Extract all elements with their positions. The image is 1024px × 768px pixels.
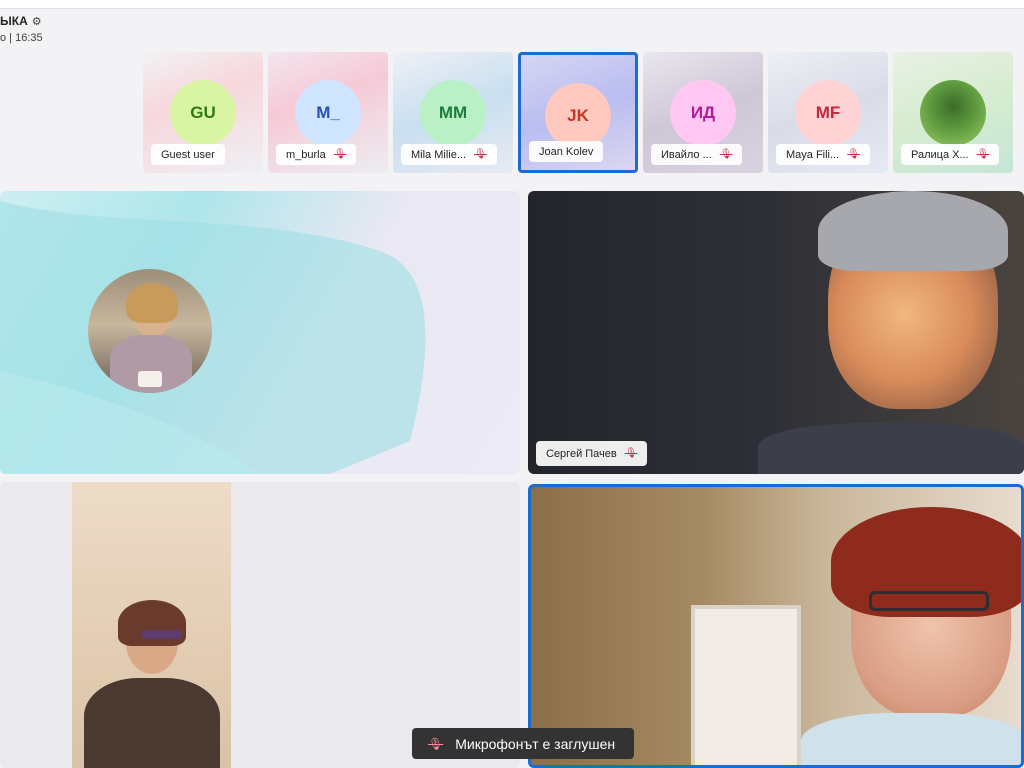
participant-avatar: ИД xyxy=(670,80,736,146)
participant-name: Maya Fili... xyxy=(786,148,840,161)
video-frame-shirt xyxy=(801,713,1021,765)
participant-tile[interactable]: GU Guest user xyxy=(143,52,263,173)
participant-tile[interactable]: M_ m_burla 🎙 xyxy=(268,52,388,173)
background-wave xyxy=(0,201,426,474)
settings-icon[interactable]: ⚙ xyxy=(32,16,42,28)
participant-name: Сергей Пачев xyxy=(546,447,617,460)
video-tile-sergey[interactable]: Сергей Пачев 🎙 xyxy=(528,191,1024,474)
participant-avatar xyxy=(920,80,986,146)
participant-avatar: GU xyxy=(170,80,236,146)
toast-text: Микрофонът е заглушен xyxy=(455,735,616,752)
participant-name: Ралица Х... xyxy=(911,148,969,161)
video-frame-portrait xyxy=(72,482,231,768)
participant-avatar: JK xyxy=(545,83,611,149)
meeting-title-text: ЫКА xyxy=(0,14,28,28)
video-frame-door xyxy=(691,605,801,765)
video-tile-bottom-right[interactable] xyxy=(528,484,1024,768)
meeting-title: ЫКА ⚙ xyxy=(0,14,42,28)
participant-avatar-photo xyxy=(88,269,212,393)
participant-name: Guest user xyxy=(161,148,215,161)
mic-off-icon: 🎙 xyxy=(847,149,860,160)
participant-name-pill: Mila Milie... 🎙 xyxy=(401,144,497,165)
participant-tile[interactable]: MF Maya Fili... 🎙 xyxy=(768,52,888,173)
participant-name: m_burla xyxy=(286,148,326,161)
mic-off-icon: 🎙 xyxy=(474,149,487,160)
participant-name: Joan Kolev xyxy=(539,145,594,158)
participant-name: Ивайло ... xyxy=(661,148,712,161)
mic-off-icon: 🎙 xyxy=(719,149,733,160)
video-frame-shirt xyxy=(758,423,1024,474)
participant-name: Mila Milie... xyxy=(411,148,467,161)
participant-name-pill: Guest user xyxy=(151,144,225,165)
top-strip xyxy=(0,0,1024,9)
mic-muted-toast: 🎙 Микрофонът е заглушен xyxy=(412,728,634,759)
video-frame-glasses xyxy=(869,591,989,611)
participant-avatar: MF xyxy=(795,80,861,146)
mic-off-icon: 🎙 xyxy=(428,736,444,751)
participant-avatar: M_ xyxy=(295,80,361,146)
participant-tile[interactable]: Ралица Х... 🎙 xyxy=(893,52,1013,173)
video-tile-bottom-left[interactable] xyxy=(0,482,520,768)
participant-name-pill: m_burla 🎙 xyxy=(276,144,357,165)
participant-name-pill: Joan Kolev xyxy=(529,141,604,162)
participant-tile[interactable]: MM Mila Milie... 🎙 xyxy=(393,52,513,173)
participant-avatar: MM xyxy=(420,80,486,146)
video-tile-top-left[interactable] xyxy=(0,191,520,474)
participant-name-pill: Сергей Пачев 🎙 xyxy=(536,441,648,466)
participant-tile[interactable]: JK Joan Kolev xyxy=(518,52,638,173)
mic-off-icon: 🎙 xyxy=(976,149,990,160)
meeting-time: о | 16:35 xyxy=(0,32,43,44)
participant-name-pill: Ралица Х... 🎙 xyxy=(901,144,1000,165)
mic-off-icon: 🎙 xyxy=(624,448,638,459)
participant-tile[interactable]: ИД Ивайло ... 🎙 xyxy=(643,52,763,173)
participant-name-pill: Maya Fili... 🎙 xyxy=(776,144,870,165)
mic-off-icon: 🎙 xyxy=(333,149,347,160)
participant-name-pill: Ивайло ... 🎙 xyxy=(651,144,743,165)
video-frame-hair xyxy=(818,191,1008,271)
participant-gallery: GU Guest user M_ m_burla 🎙 MM Mila Milie... 🎙 JK… xyxy=(143,52,1024,173)
